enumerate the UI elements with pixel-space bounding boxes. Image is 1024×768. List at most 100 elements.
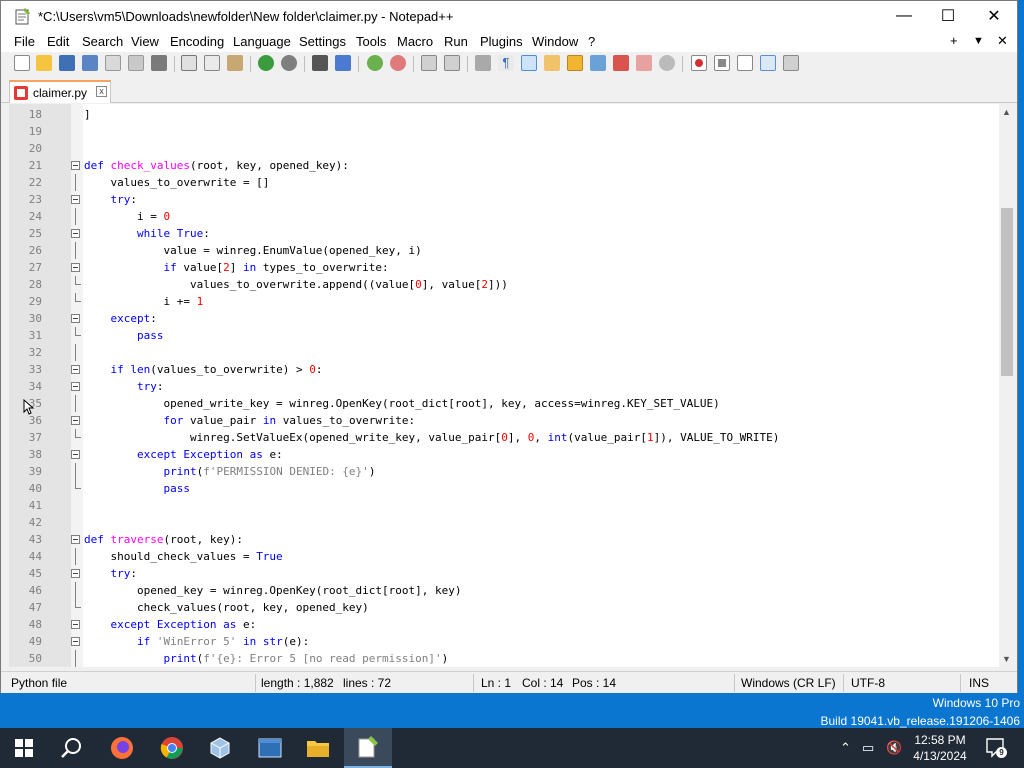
replace-icon[interactable]	[335, 55, 351, 71]
copy-icon[interactable]	[204, 55, 220, 71]
code-line[interactable]: 20	[9, 140, 999, 157]
action-center-button[interactable]: 9	[984, 736, 1007, 758]
code-line[interactable]: 30 except:	[9, 310, 999, 327]
paste-icon[interactable]	[227, 55, 243, 71]
code-line[interactable]: 50 print(f'{e}: Error 5 [no read permiss…	[9, 650, 999, 667]
folder-workspace-icon[interactable]	[636, 55, 652, 71]
status-eol-format[interactable]: Windows (CR LF)	[741, 676, 836, 690]
fold-toggle-icon[interactable]	[71, 637, 80, 646]
virtualbox-taskbar-button[interactable]	[196, 728, 244, 768]
code-line[interactable]: 40 pass	[9, 480, 999, 497]
code-line[interactable]: 21 def check_values(root, key, opened_key…	[9, 157, 999, 174]
file-explorer-taskbar-button[interactable]	[294, 728, 342, 768]
code-line[interactable]: 46 opened_key = winreg.OpenKey(root_dict…	[9, 582, 999, 599]
title-bar[interactable]: *C:\Users\vm5\Downloads\newfolder\New fo…	[1, 1, 1017, 31]
menu-macro[interactable]: Macro	[397, 34, 433, 49]
minimize-button[interactable]: —	[881, 1, 927, 31]
menu-edit[interactable]: Edit	[47, 34, 69, 49]
menu-run[interactable]: Run	[444, 34, 468, 49]
menu-encoding[interactable]: Encoding	[170, 34, 224, 49]
fold-toggle-icon[interactable]	[71, 620, 80, 629]
cut-icon[interactable]	[181, 55, 197, 71]
play-macro-icon[interactable]	[737, 55, 753, 71]
sync-vertical-icon[interactable]	[421, 55, 437, 71]
tab-close-icon[interactable]: x	[96, 86, 107, 97]
code-line[interactable]: 18]	[9, 106, 999, 123]
code-line[interactable]: 29 i += 1	[9, 293, 999, 310]
notepadpp-taskbar-button[interactable]	[344, 728, 392, 768]
show-all-characters-icon[interactable]: ¶	[498, 55, 514, 71]
network-icon[interactable]: ▭	[862, 740, 874, 756]
code-line[interactable]: 37 winreg.SetValueEx(opened_write_key, v…	[9, 429, 999, 446]
stop-macro-icon[interactable]	[714, 55, 730, 71]
maximize-button[interactable]: ☐	[925, 1, 971, 31]
record-macro-icon[interactable]	[691, 55, 707, 71]
firefox-taskbar-button[interactable]	[98, 728, 146, 768]
scroll-up-arrow-icon[interactable]: ▲	[1002, 107, 1011, 117]
code-line[interactable]: 44 should_check_values = True	[9, 548, 999, 565]
fold-toggle-icon[interactable]	[71, 161, 80, 170]
find-icon[interactable]	[312, 55, 328, 71]
code-line[interactable]: 31 pass	[9, 327, 999, 344]
volume-muted-icon[interactable]: 🔇	[886, 740, 902, 756]
code-line[interactable]: 27 if value[2] in types_to_overwrite:	[9, 259, 999, 276]
menu-tools[interactable]: Tools	[356, 34, 386, 49]
print-icon[interactable]	[151, 55, 167, 71]
code-line[interactable]: 39 print(f'PERMISSION DENIED: {e}')	[9, 463, 999, 480]
close-button[interactable]: ✕	[971, 1, 1017, 31]
code-line[interactable]: 22 values_to_overwrite = []	[9, 174, 999, 191]
chrome-taskbar-button[interactable]	[148, 728, 196, 768]
code-line[interactable]: 23 try:	[9, 191, 999, 208]
code-line[interactable]: 48 except Exception as e:	[9, 616, 999, 633]
save-icon[interactable]	[59, 55, 75, 71]
close-all-icon[interactable]	[128, 55, 144, 71]
fold-toggle-icon[interactable]	[71, 450, 80, 459]
tray-clock[interactable]: 12:58 PM 4/13/2024	[908, 732, 972, 764]
code-line[interactable]: 41	[9, 497, 999, 514]
function-list-icon[interactable]	[613, 55, 629, 71]
code-line[interactable]: 26 value = winreg.EnumValue(opened_key, …	[9, 242, 999, 259]
fold-toggle-icon[interactable]	[71, 195, 80, 204]
word-wrap-icon[interactable]	[475, 55, 491, 71]
new-file-icon[interactable]	[14, 55, 30, 71]
code-line[interactable]: 25 while True:	[9, 225, 999, 242]
start-button[interactable]	[0, 728, 48, 768]
sync-horizontal-icon[interactable]	[444, 55, 460, 71]
zoom-in-icon[interactable]	[367, 55, 383, 71]
fold-toggle-icon[interactable]	[71, 569, 80, 578]
code-line[interactable]: 38 except Exception as e:	[9, 446, 999, 463]
xp-app-taskbar-button[interactable]	[246, 728, 294, 768]
search-button[interactable]	[48, 728, 96, 768]
code-line[interactable]: 45 try:	[9, 565, 999, 582]
code-line[interactable]: 33 if len(values_to_overwrite) > 0:	[9, 361, 999, 378]
code-line[interactable]: 43 def traverse(root, key):	[9, 531, 999, 548]
menu-help[interactable]: ?	[588, 34, 595, 49]
zoom-out-icon[interactable]	[390, 55, 406, 71]
scroll-down-arrow-icon[interactable]: ▼	[1002, 654, 1011, 664]
doc-list-icon[interactable]	[590, 55, 606, 71]
save-macro-icon[interactable]	[783, 55, 799, 71]
code-line[interactable]: 19	[9, 123, 999, 140]
tray-chevron-up-icon[interactable]: ⌃	[840, 740, 851, 756]
menu-search[interactable]: Search	[82, 34, 123, 49]
menu-view[interactable]: View	[131, 34, 159, 49]
code-line[interactable]: 47 check_values(root, key, opened_key)	[9, 599, 999, 616]
new-tab-plus-icon[interactable]: +	[950, 33, 958, 48]
save-all-icon[interactable]	[82, 55, 98, 71]
close-doc-icon[interactable]: ✕	[997, 33, 1008, 49]
indent-guide-icon[interactable]	[521, 55, 537, 71]
scrollbar-thumb[interactable]	[1001, 208, 1013, 376]
fold-toggle-icon[interactable]	[71, 314, 80, 323]
code-line[interactable]: 32	[9, 344, 999, 361]
code-line[interactable]: 34 try:	[9, 378, 999, 395]
code-line[interactable]: 24 i = 0	[9, 208, 999, 225]
fold-toggle-icon[interactable]	[71, 535, 80, 544]
run-macro-multiple-icon[interactable]	[760, 55, 776, 71]
code-line[interactable]: 49 if 'WinError 5' in str(e):	[9, 633, 999, 650]
menu-settings[interactable]: Settings	[299, 34, 346, 49]
code-line[interactable]: 28 values_to_overwrite.append((value[0],…	[9, 276, 999, 293]
redo-icon[interactable]	[281, 55, 297, 71]
undo-icon[interactable]	[258, 55, 274, 71]
monitoring-icon[interactable]	[659, 55, 675, 71]
fold-toggle-icon[interactable]	[71, 365, 80, 374]
